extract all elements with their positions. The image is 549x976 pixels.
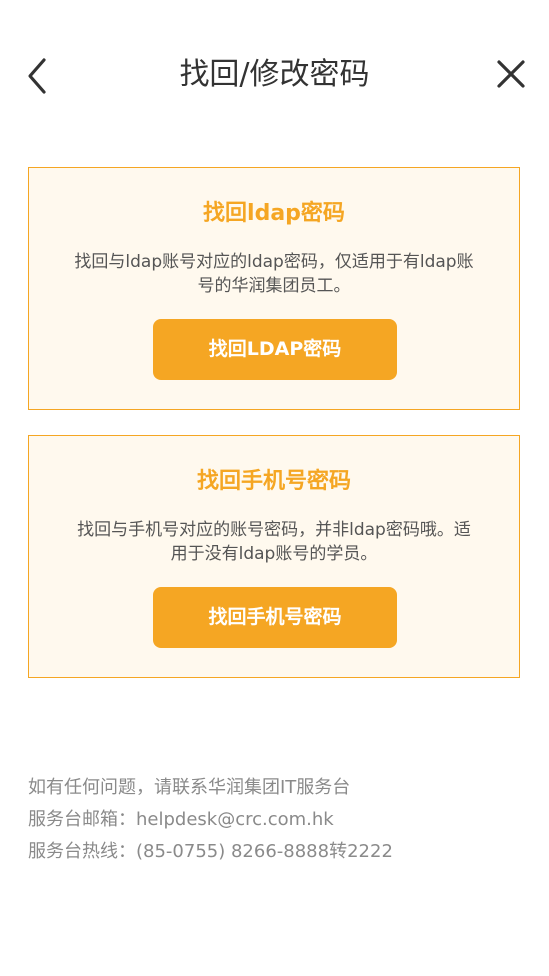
phone-card-description: 找回与手机号对应的账号密码，并非ldap密码哦。适用于没有ldap账号的学员。: [77, 520, 471, 564]
recover-ldap-password-button[interactable]: 找回LDAP密码: [153, 319, 397, 380]
help-email-text: 服务台邮箱：helpdesk@crc.com.hk: [28, 809, 334, 830]
recover-phone-password-button[interactable]: 找回手机号密码: [153, 587, 397, 648]
close-icon[interactable]: [495, 58, 527, 90]
ldap-card-title: 找回ldap密码: [203, 201, 345, 226]
phone-recovery-card: 找回手机号密码 找回与手机号对应的账号密码，并非ldap密码哦。适用于没有lda…: [28, 435, 520, 678]
header-bar: 找回/修改密码: [0, 42, 549, 108]
ldap-card-description: 找回与ldap账号对应的ldap密码，仅适用于有ldap账号的华润集团员工。: [74, 252, 474, 296]
help-footer: 如有任何问题，请联系华润集团IT服务台 服务台邮箱：helpdesk@crc.c…: [28, 772, 508, 868]
ldap-recovery-card: 找回ldap密码 找回与ldap账号对应的ldap密码，仅适用于有ldap账号的…: [28, 167, 520, 410]
help-contact-text: 如有任何问题，请联系华润集团IT服务台: [28, 777, 351, 798]
phone-card-title: 找回手机号密码: [196, 469, 351, 494]
help-hotline-text: 服务台热线：(85-0755) 8266-8888转2222: [28, 841, 393, 862]
page-title: 找回/修改密码: [179, 57, 370, 92]
